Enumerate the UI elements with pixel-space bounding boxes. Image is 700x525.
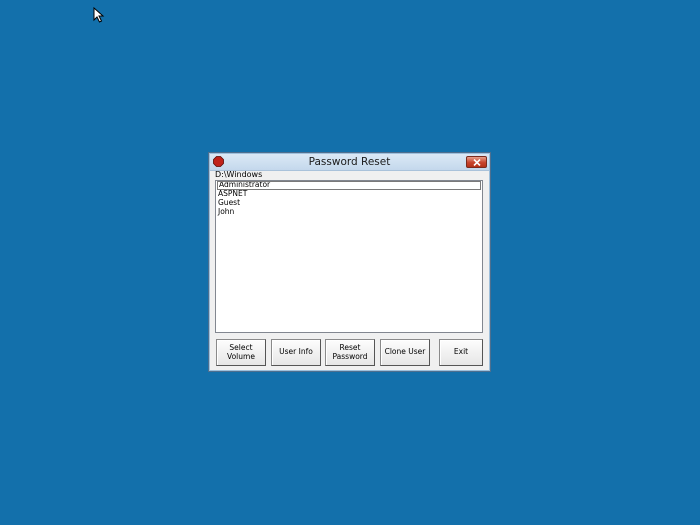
user-info-button[interactable]: User Info bbox=[271, 339, 321, 366]
exit-button[interactable]: Exit bbox=[439, 339, 483, 366]
close-icon bbox=[473, 159, 481, 166]
clone-user-button[interactable]: Clone User bbox=[380, 339, 430, 366]
list-item-aspnet[interactable]: ASPNET bbox=[216, 189, 482, 199]
password-reset-window: Password Reset D:\Windows Administrator … bbox=[208, 152, 491, 372]
list-item-john[interactable]: John bbox=[216, 207, 482, 217]
window-title: Password Reset bbox=[308, 156, 391, 168]
title-bar[interactable]: Password Reset bbox=[210, 154, 489, 171]
list-item-administrator[interactable]: Administrator bbox=[217, 180, 481, 190]
close-button[interactable] bbox=[466, 156, 487, 168]
select-volume-button[interactable]: Select Volume bbox=[216, 339, 266, 366]
list-item-guest[interactable]: Guest bbox=[216, 198, 482, 208]
reset-password-button[interactable]: Reset Password bbox=[325, 339, 375, 366]
user-list[interactable]: Administrator ASPNET Guest John bbox=[215, 180, 483, 333]
volume-path-label: D:\Windows bbox=[215, 170, 263, 179]
mouse-pointer-icon bbox=[93, 7, 105, 23]
